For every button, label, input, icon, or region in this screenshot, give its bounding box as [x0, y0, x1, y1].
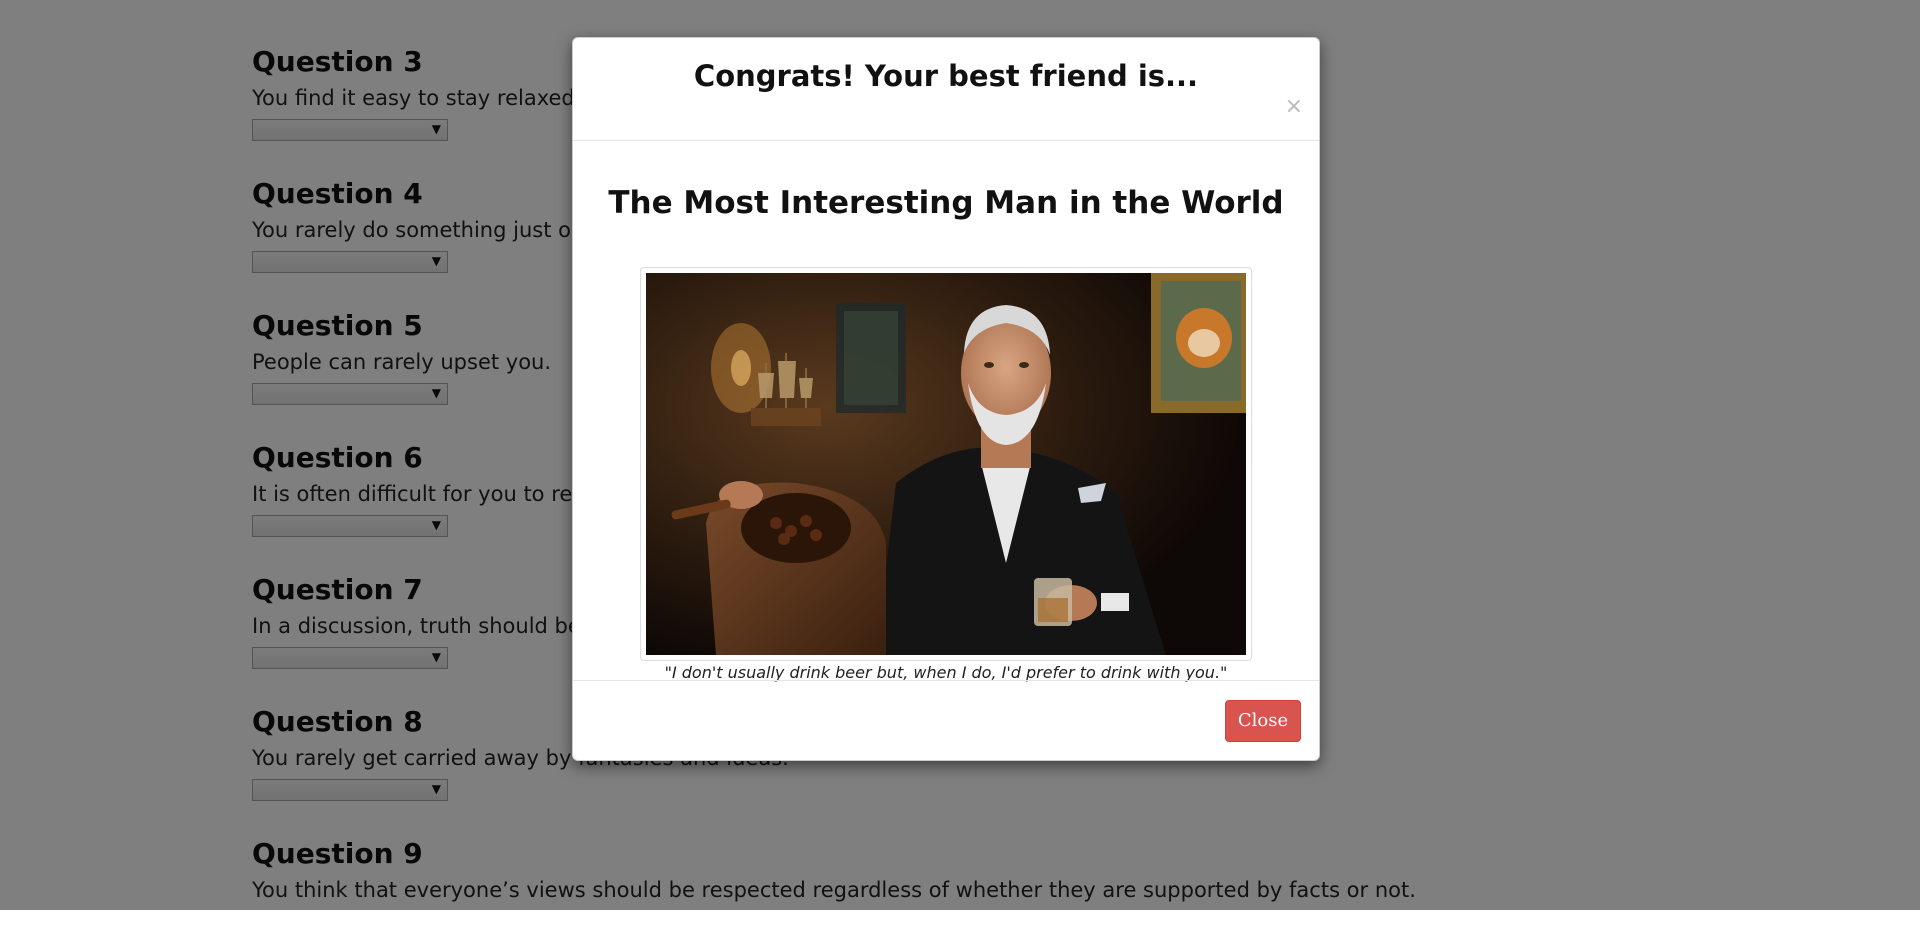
- close-button[interactable]: Close: [1225, 700, 1301, 742]
- close-icon[interactable]: ×: [1285, 96, 1303, 118]
- modal-title: Congrats! Your best friend is...: [693, 59, 1199, 93]
- modal-footer: Close: [573, 680, 1319, 762]
- result-modal: Congrats! Your best friend is... × The M…: [572, 37, 1320, 761]
- modal-body: The Most Interesting Man in the World "I…: [573, 141, 1319, 717]
- portrait-image: [646, 273, 1246, 655]
- modal-header: Congrats! Your best friend is... ×: [573, 38, 1319, 141]
- portrait-frame: [640, 267, 1252, 661]
- friend-name: The Most Interesting Man in the World: [608, 185, 1284, 221]
